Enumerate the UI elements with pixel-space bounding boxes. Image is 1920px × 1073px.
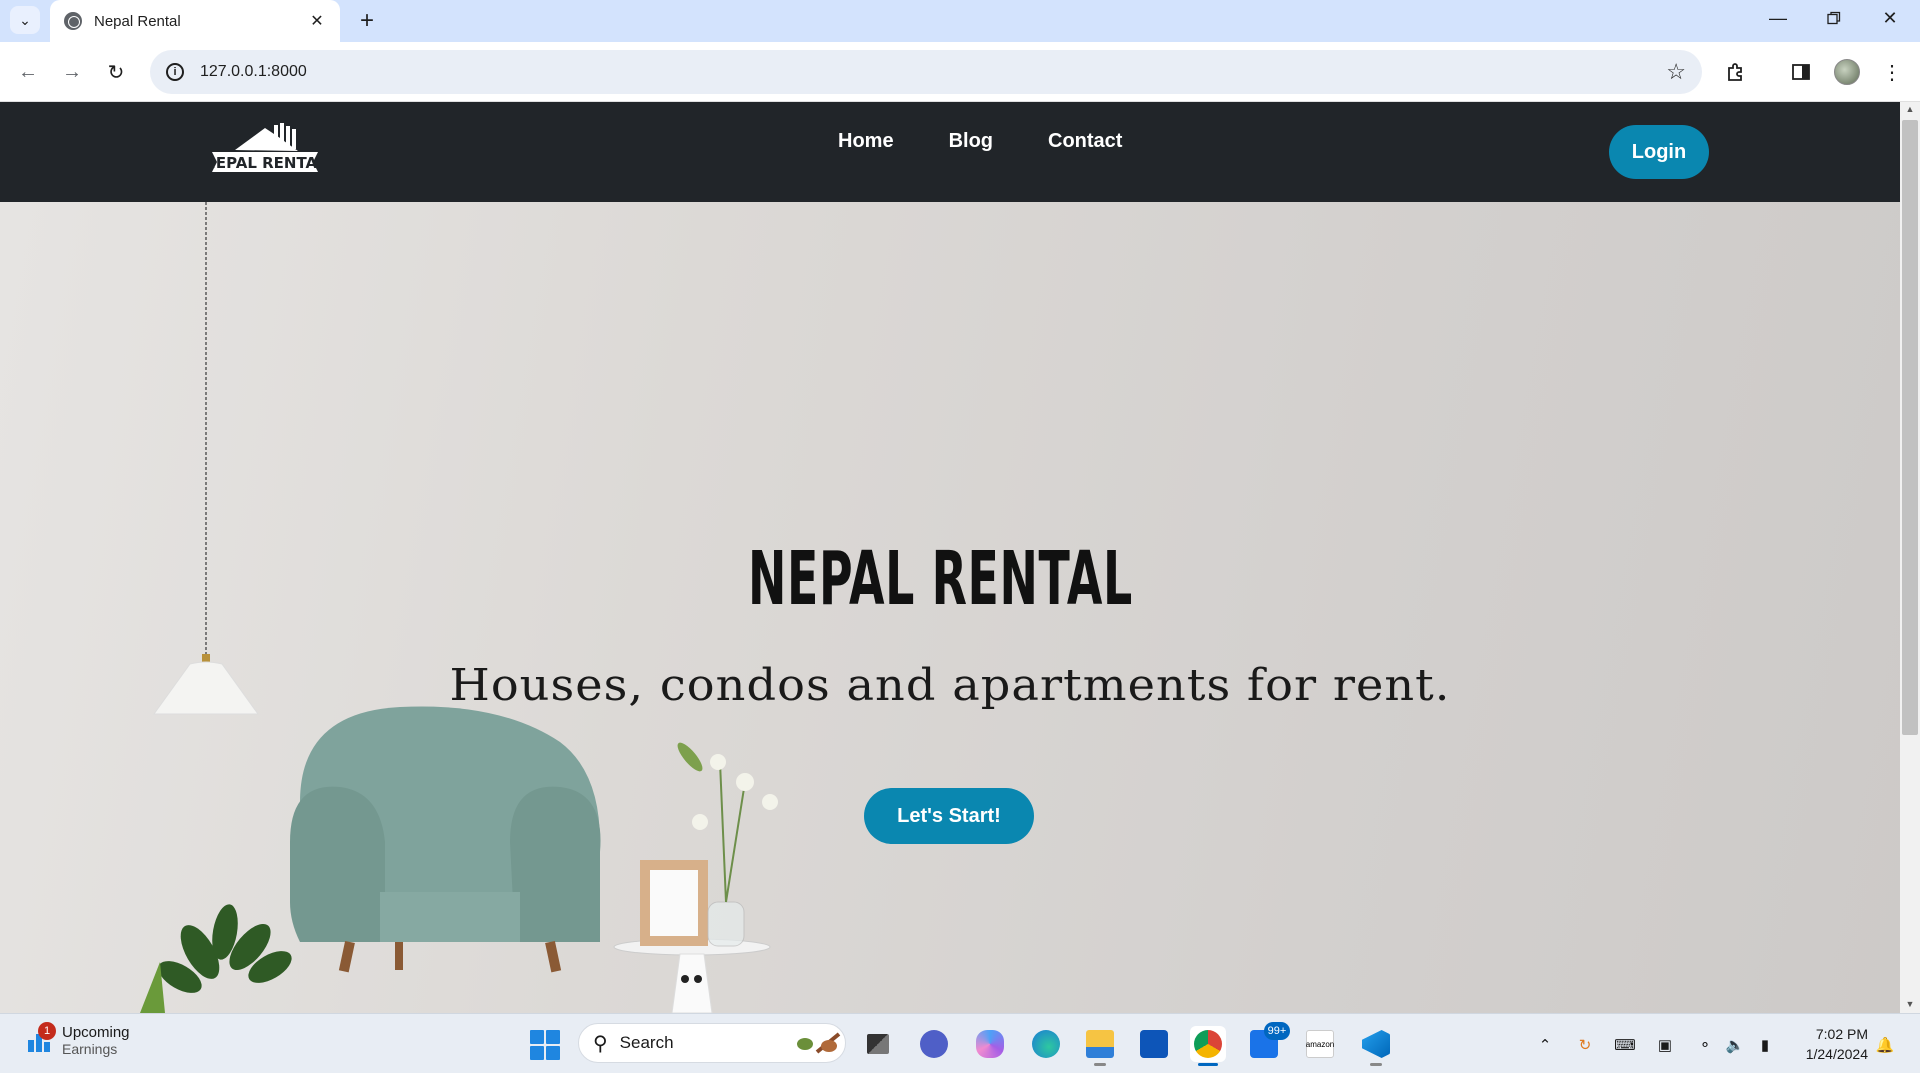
tab-search-button[interactable]: ⌄ [10, 6, 40, 34]
extensions-button[interactable] [1720, 56, 1752, 88]
hero-content: NEPAL RENTAL Houses, condos and apartmen… [0, 202, 1900, 1013]
side-panel-button[interactable] [1785, 56, 1817, 88]
close-tab-icon[interactable]: ✕ [306, 11, 328, 31]
taskbar-store-app[interactable] [1136, 1026, 1172, 1062]
widgets-button[interactable]: 1 Upcoming Earnings [26, 1021, 130, 1057]
taskbar-vscode-app[interactable] [1358, 1026, 1394, 1066]
taskbar-mail-app[interactable]: 99+ [1246, 1022, 1290, 1062]
logo-text: NEPAL RENTAL [210, 154, 320, 172]
bookmark-star-icon[interactable]: ☆ [1666, 59, 1686, 85]
address-bar[interactable]: i 127.0.0.1:8000 ☆ [150, 50, 1702, 94]
keyboard-tray-icon[interactable]: ⌨ [1614, 1034, 1636, 1056]
browser-toolbar: ← → ↻ i 127.0.0.1:8000 ☆ ⋮ [0, 42, 1920, 102]
search-placeholder: Search [619, 1033, 674, 1052]
login-button[interactable]: Login [1609, 125, 1709, 179]
page-viewport: NEPAL RENTAL Home Blog Contact Login [0, 102, 1900, 1013]
scroll-up-arrow-icon[interactable]: ▲ [1904, 104, 1916, 116]
lets-start-button[interactable]: Let's Start! [864, 788, 1034, 844]
vscode-icon [1362, 1030, 1390, 1058]
copilot-icon [976, 1030, 1004, 1058]
hero-section: NEPAL RENTAL Houses, condos and apartmen… [0, 202, 1900, 1013]
side-panel-icon [1792, 64, 1810, 80]
display-tray-icon[interactable]: ▣ [1654, 1034, 1676, 1056]
browser-menu-button[interactable]: ⋮ [1876, 56, 1908, 88]
sync-tray-icon[interactable]: ↻ [1574, 1034, 1596, 1056]
url-text[interactable]: 127.0.0.1:8000 [200, 63, 1666, 81]
taskbar-task-view[interactable] [860, 1026, 896, 1062]
scroll-thumb[interactable] [1902, 120, 1918, 735]
edge-icon [1032, 1030, 1060, 1058]
forward-button[interactable]: → [56, 56, 88, 88]
wifi-icon[interactable]: ⚬ [1694, 1034, 1716, 1056]
amazon-icon: amazon [1306, 1030, 1334, 1058]
chrome-icon [1194, 1030, 1222, 1058]
notifications-bell-icon[interactable]: 🔔 [1874, 1034, 1896, 1056]
widget-badge: 1 [38, 1021, 56, 1040]
brand-name: NEPAL RENTAL [748, 536, 1133, 622]
search-icon: ⚲ [593, 1032, 608, 1055]
taskbar-amazon-app[interactable]: amazon [1302, 1026, 1338, 1062]
taskbar-edge-app[interactable] [1028, 1026, 1064, 1062]
taskbar-chrome-app[interactable] [1190, 1026, 1226, 1066]
reload-button[interactable]: ↻ [100, 56, 132, 88]
reload-icon: ↻ [107, 61, 125, 84]
nav-link-home[interactable]: Home [838, 130, 894, 153]
task-view-icon [867, 1034, 889, 1054]
minimize-button[interactable]: — [1750, 0, 1806, 36]
restore-icon [1827, 11, 1841, 25]
nav-link-blog[interactable]: Blog [949, 130, 993, 153]
main-nav: Home Blog Contact [838, 130, 1122, 153]
back-button[interactable]: ← [12, 56, 44, 88]
taskbar-file-explorer[interactable] [1082, 1026, 1118, 1066]
chevron-up-icon: ⌃ [1538, 1037, 1552, 1054]
arrow-right-icon: → [62, 60, 82, 83]
stocks-widget-icon: 1 [26, 1021, 56, 1054]
hero-tagline: Houses, condos and apartments for rent. [449, 660, 1451, 711]
video-chat-icon [920, 1030, 948, 1058]
puzzle-icon [1728, 63, 1742, 81]
restore-button[interactable] [1806, 0, 1862, 36]
search-highlight-icon [797, 1032, 841, 1054]
mail-badge: 99+ [1264, 1022, 1290, 1040]
volume-icon[interactable]: 🔈 [1724, 1034, 1746, 1056]
browser-tab-bar: ⌄ Nepal Rental ✕ + — ✕ [0, 0, 1920, 42]
nav-link-contact[interactable]: Contact [1048, 130, 1122, 153]
more-vertical-icon: ⋮ [1882, 61, 1902, 84]
page-scrollbar[interactable]: ▲ ▼ [1900, 102, 1920, 1013]
clock-time: 7:02 PM [1815, 1026, 1868, 1042]
new-tab-button[interactable]: + [352, 6, 382, 36]
start-button[interactable] [530, 1030, 560, 1060]
browser-tab-active[interactable]: Nepal Rental ✕ [50, 0, 340, 42]
taskbar-meet-app[interactable] [916, 1026, 952, 1062]
windows-taskbar: 1 Upcoming Earnings ⚲ Search 99+ amazon … [0, 1013, 1920, 1073]
arrow-left-icon: ← [18, 60, 38, 83]
battery-icon[interactable]: ▮ [1754, 1034, 1776, 1056]
info-icon[interactable]: i [166, 63, 184, 81]
site-logo[interactable]: NEPAL RENTAL [210, 120, 320, 184]
store-icon [1140, 1030, 1168, 1058]
tab-title: Nepal Rental [94, 12, 181, 30]
globe-icon [64, 12, 82, 30]
profile-button[interactable] [1831, 56, 1863, 88]
scroll-down-arrow-icon[interactable]: ▼ [1904, 999, 1916, 1011]
brand-lockup: NEPAL RENTAL [680, 518, 1240, 640]
system-clock[interactable]: 7:02 PM 1/24/2024 [1794, 1024, 1868, 1064]
avatar [1834, 59, 1860, 85]
widget-title: Upcoming [62, 1024, 130, 1041]
taskbar-copilot-app[interactable] [972, 1026, 1008, 1062]
site-navbar: NEPAL RENTAL Home Blog Contact Login [0, 102, 1900, 202]
clock-date: 1/24/2024 [1805, 1046, 1868, 1062]
folder-icon [1086, 1030, 1114, 1058]
taskbar-search[interactable]: ⚲ Search [578, 1023, 846, 1063]
close-window-button[interactable]: ✕ [1862, 0, 1918, 36]
chevron-down-icon: ⌄ [19, 11, 31, 28]
widget-subtitle: Earnings [62, 1041, 118, 1057]
show-hidden-icons-button[interactable]: ⌃ [1534, 1034, 1556, 1056]
